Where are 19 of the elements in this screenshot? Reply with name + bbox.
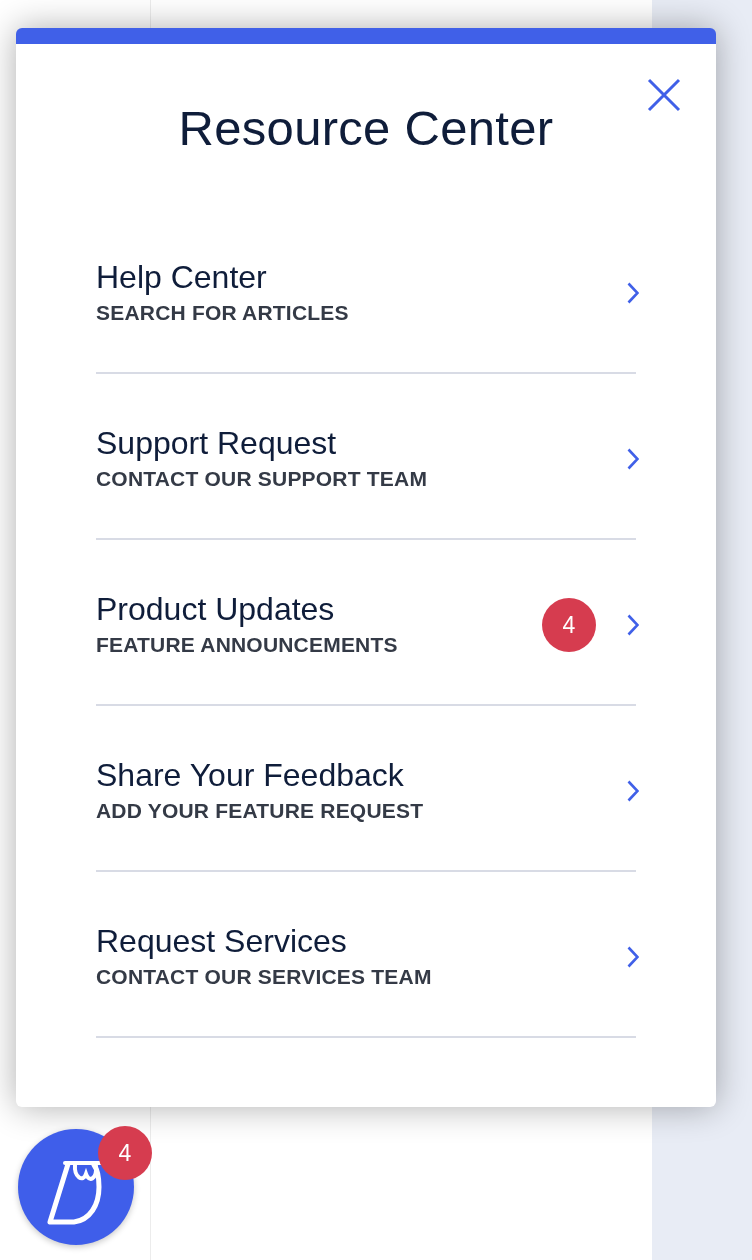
menu-item-title[interactable]: Product Updates <box>96 591 335 627</box>
chevron-right-icon[interactable] <box>627 780 639 802</box>
menu-item-subtitle: FEATURE ANNOUNCEMENTS <box>96 632 398 658</box>
close-icon <box>647 78 681 112</box>
panel-title: Resource Center <box>178 100 554 156</box>
menu-item-subtitle: SEARCH FOR ARTICLES <box>96 300 349 326</box>
chevron-right-icon[interactable] <box>627 282 639 304</box>
menu-item-title[interactable]: Support Request <box>96 425 337 461</box>
menu-item-subtitle: CONTACT OUR SUPPORT TEAM <box>96 466 428 492</box>
menu-item-title[interactable]: Help Center <box>96 259 267 295</box>
chevron-right-icon[interactable] <box>627 614 639 636</box>
chevron-right-icon[interactable] <box>627 448 639 470</box>
menu-item-title[interactable]: Share Your Feedback <box>96 757 404 793</box>
close-button[interactable] <box>647 78 681 112</box>
chevron-right-icon[interactable] <box>627 946 639 968</box>
menu-item-title[interactable]: Request Services <box>96 923 347 959</box>
notification-badge: 4 <box>542 598 596 652</box>
menu-item-subtitle: CONTACT OUR SERVICES TEAM <box>96 964 432 990</box>
menu-item-subtitle: ADD YOUR FEATURE REQUEST <box>96 798 424 824</box>
